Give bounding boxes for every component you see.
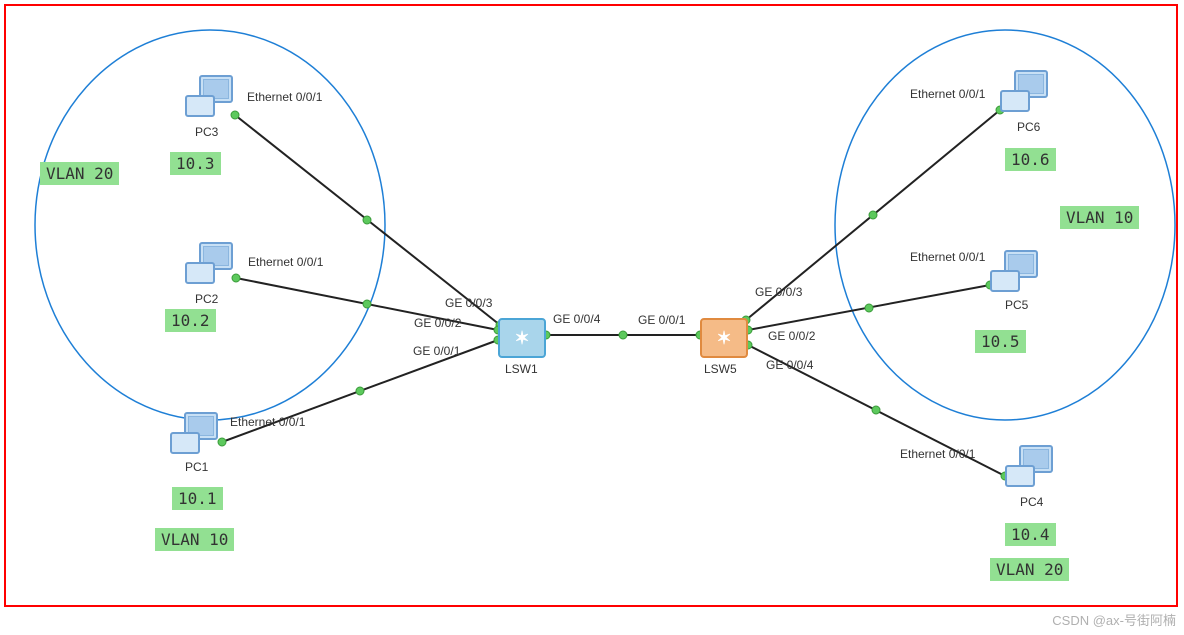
switch-icon: ✶: [498, 318, 546, 358]
pc1-node[interactable]: [170, 412, 218, 456]
pc4-ip: 10.4: [1005, 523, 1056, 546]
pc-icon: [185, 242, 233, 286]
pc4-vlan: VLAN 20: [990, 558, 1069, 581]
pc6-eth: Ethernet 0/0/1: [910, 87, 985, 101]
watermark: CSDN @ax-号街阿楠: [1052, 610, 1176, 629]
pc3-label: PC3: [195, 125, 218, 139]
pc4-label: PC4: [1020, 495, 1043, 509]
lsw1-node[interactable]: ✶: [498, 318, 546, 358]
lsw1-label: LSW1: [505, 362, 538, 376]
lsw5-ge3: GE 0/0/3: [755, 285, 802, 299]
lsw1-ge3: GE 0/0/3: [445, 296, 492, 310]
topology-canvas: PC3 Ethernet 0/0/1 10.3 PC2 Ethernet 0/0…: [0, 0, 1184, 635]
lsw1-ge1: GE 0/0/1: [413, 344, 460, 358]
switch-icon: ✶: [700, 318, 748, 358]
pc4-eth: Ethernet 0/0/1: [900, 447, 975, 461]
pc4-node[interactable]: [1005, 445, 1053, 489]
pc-icon: [1005, 445, 1053, 489]
pc5-eth: Ethernet 0/0/1: [910, 250, 985, 264]
lsw5-node[interactable]: ✶: [700, 318, 748, 358]
pc1-label: PC1: [185, 460, 208, 474]
pc1-eth: Ethernet 0/0/1: [230, 415, 305, 429]
lsw1-ge4: GE 0/0/4: [553, 312, 600, 326]
vlan10-tag: VLAN 10: [1060, 206, 1139, 229]
pc2-label: PC2: [195, 292, 218, 306]
pc6-node[interactable]: [1000, 70, 1048, 114]
pc-icon: [1000, 70, 1048, 114]
pc1-ip: 10.1: [172, 487, 223, 510]
pc3-ip: 10.3: [170, 152, 221, 175]
pc-icon: [990, 250, 1038, 294]
pc5-ip: 10.5: [975, 330, 1026, 353]
vlan20-tag: VLAN 20: [40, 162, 119, 185]
pc2-ip: 10.2: [165, 309, 216, 332]
lsw5-label: LSW5: [704, 362, 737, 376]
pc3-eth: Ethernet 0/0/1: [247, 90, 322, 104]
pc1-vlan: VLAN 10: [155, 528, 234, 551]
pc-icon: [170, 412, 218, 456]
lsw5-ge1: GE 0/0/1: [638, 313, 685, 327]
pc2-node[interactable]: [185, 242, 233, 286]
pc5-label: PC5: [1005, 298, 1028, 312]
pc5-node[interactable]: [990, 250, 1038, 294]
lsw1-ge2: GE 0/0/2: [414, 316, 461, 330]
lsw5-ge4: GE 0/0/4: [766, 358, 813, 372]
pc6-ip: 10.6: [1005, 148, 1056, 171]
pc3-node[interactable]: [185, 75, 233, 119]
lsw5-ge2: GE 0/0/2: [768, 329, 815, 343]
pc6-label: PC6: [1017, 120, 1040, 134]
pc-icon: [185, 75, 233, 119]
pc2-eth: Ethernet 0/0/1: [248, 255, 323, 269]
